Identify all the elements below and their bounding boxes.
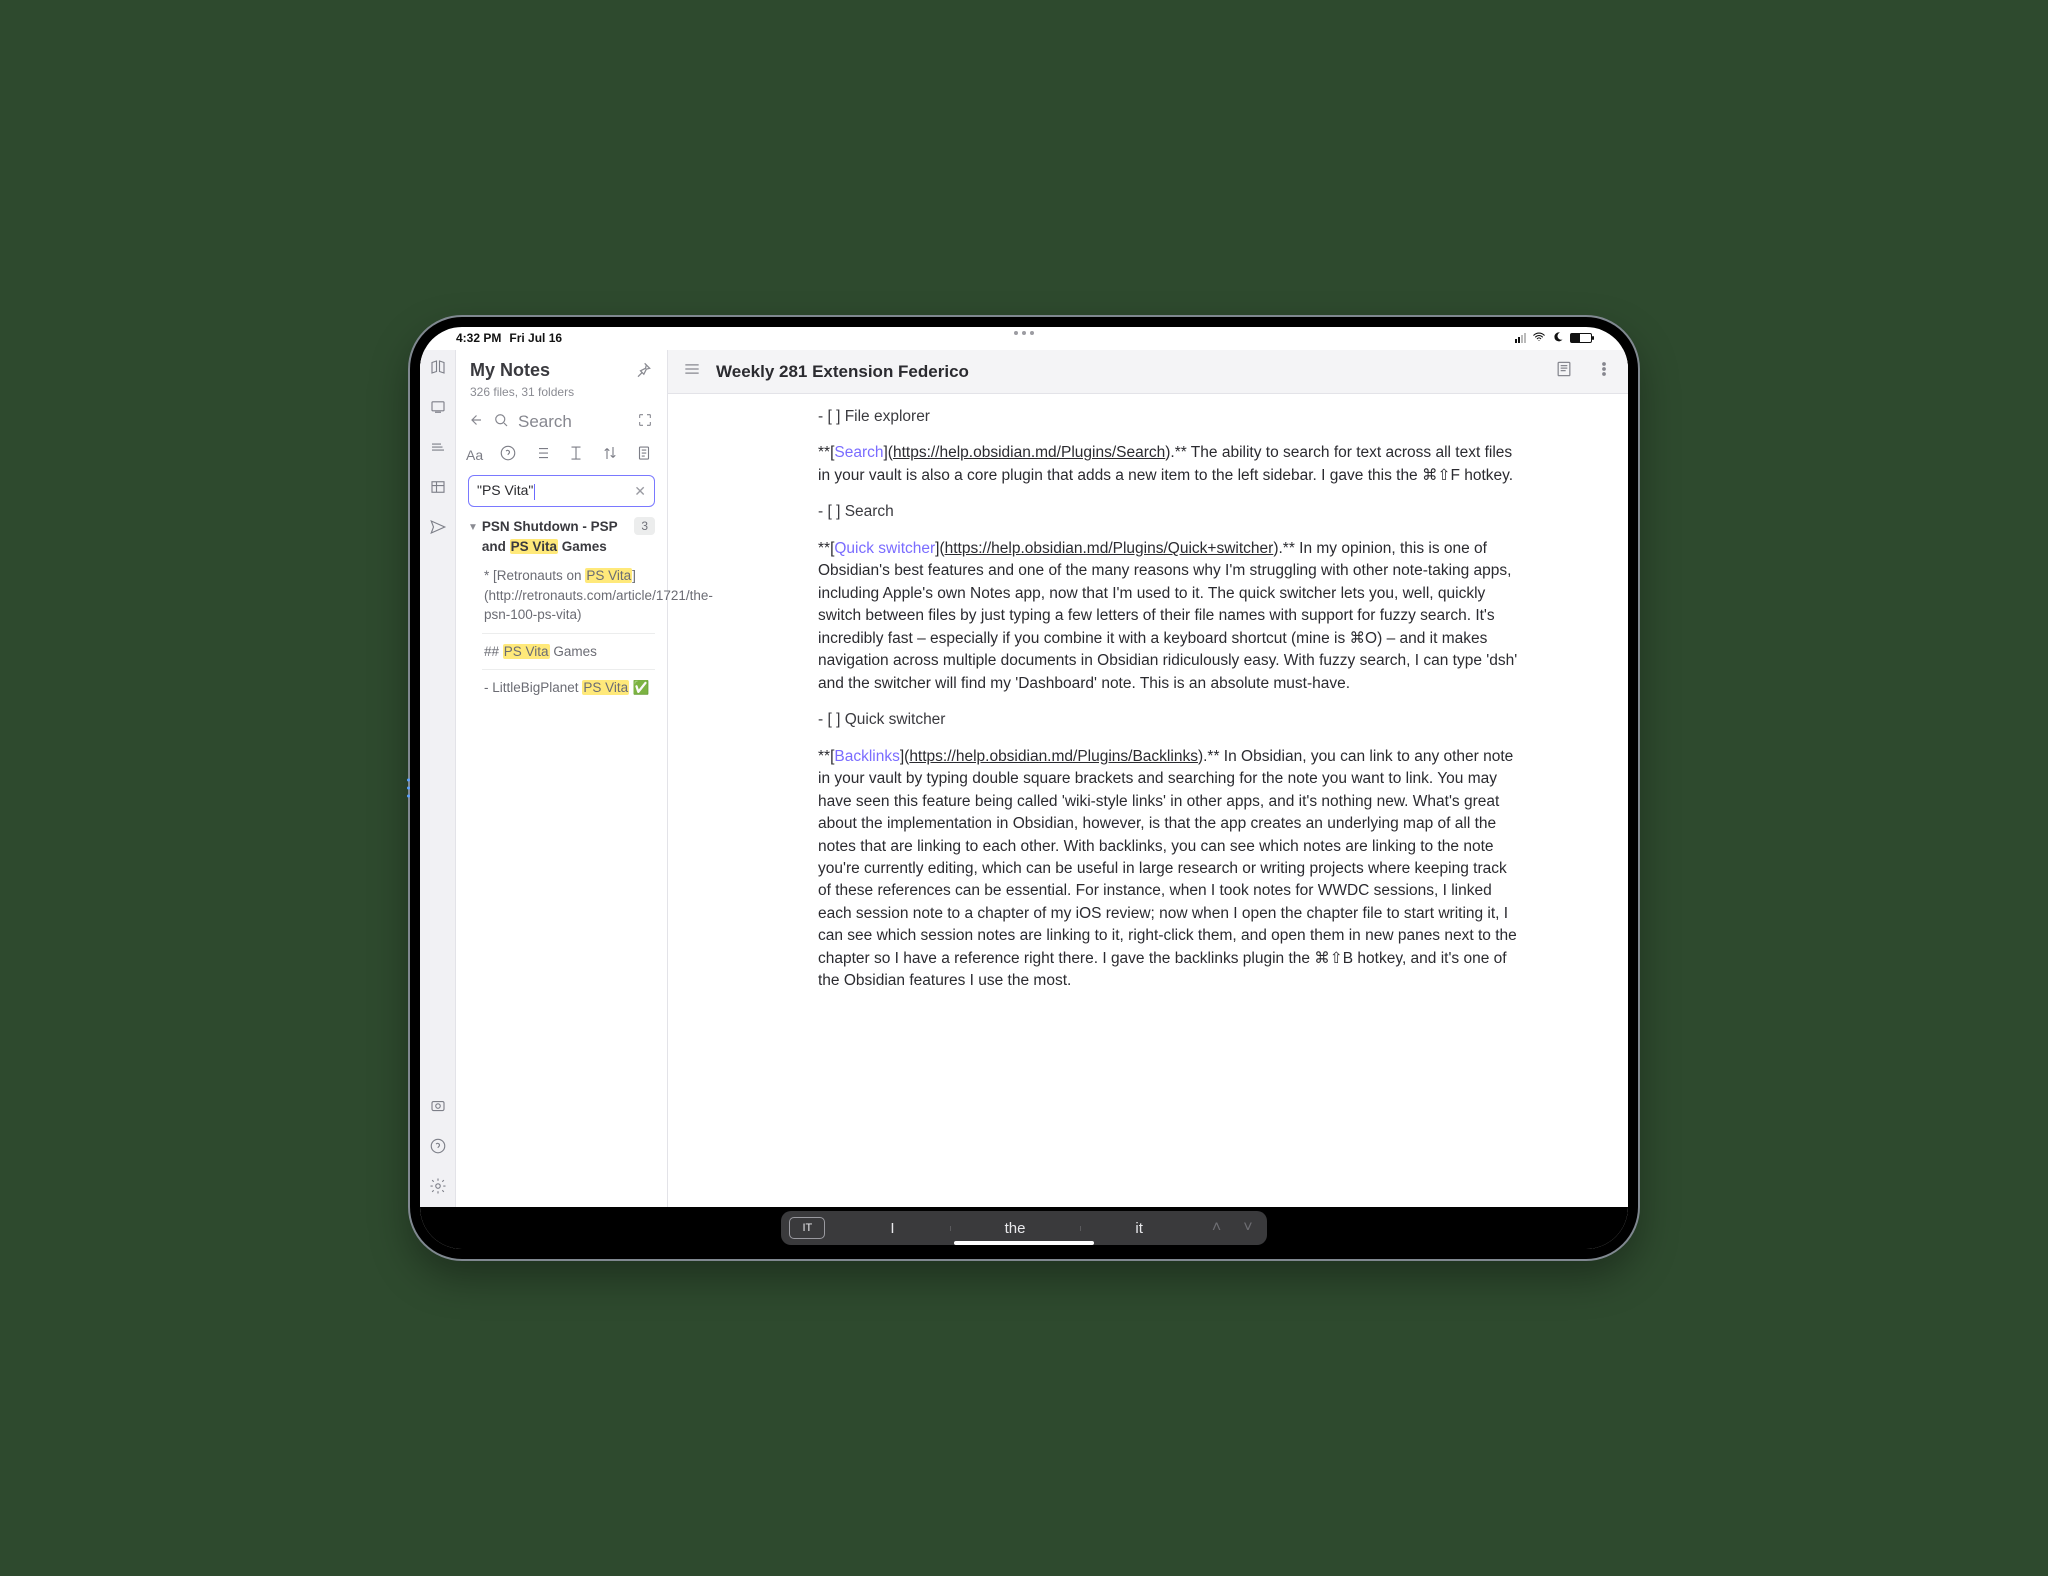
task-line[interactable]: - [ ] Search [818,501,1518,523]
search-result-item[interactable]: * [Retronauts on PS Vita](http://retrona… [482,562,655,633]
line-height-icon[interactable] [567,444,585,465]
more-options-icon[interactable] [1594,359,1614,384]
clear-search-icon[interactable]: ✕ [634,483,646,500]
vault-subtitle: 326 files, 31 folders [470,385,574,399]
search-input-value: "PS Vita" [477,482,634,499]
copy-results-icon[interactable] [635,444,653,465]
result-file-header[interactable]: ▼ PSN Shutdown - PSP and PS Vita Games 3 [468,517,655,556]
pin-icon[interactable] [633,360,653,383]
expand-collapse-icon[interactable] [637,412,653,431]
dnd-moon-icon [1552,331,1564,346]
paragraph[interactable]: **[Quick switcher](https://help.obsidian… [818,538,1518,695]
rail-help-icon[interactable] [427,1135,449,1157]
paragraph[interactable]: **[Backlinks](https://help.obsidian.md/P… [818,746,1518,993]
rail-stack-icon[interactable] [427,436,449,458]
kb-down-icon: ˅ [1243,1219,1252,1237]
wifi-icon [1532,330,1546,347]
ipad-frame: 4:32 PM Fri Jul 16 [410,317,1638,1259]
rail-record-icon[interactable] [427,1095,449,1117]
status-time: 4:32 PM [456,331,501,345]
search-icon[interactable] [492,411,510,432]
suggestion-1[interactable]: I [835,1220,949,1237]
hamburger-menu-icon[interactable] [682,359,702,384]
match-count-badge: 3 [634,517,655,535]
paragraph[interactable]: **[Search](https://help.obsidian.md/Plug… [818,442,1518,487]
rail-templates-icon[interactable] [427,356,449,378]
search-input[interactable]: "PS Vita" ✕ [468,475,655,507]
back-arrow-icon[interactable] [466,411,484,432]
case-sensitive-toggle[interactable]: Aa [466,447,483,463]
editor-body[interactable]: - [ ] File explorer **[Search](https://h… [668,394,1628,1207]
kb-up-icon: ˄ [1212,1219,1221,1237]
task-line[interactable]: - [ ] File explorer [818,406,1518,428]
sidebar: My Notes 326 files, 31 folders Search Aa [456,350,668,1207]
left-rail [420,350,456,1207]
rail-settings-icon[interactable] [427,1175,449,1197]
reading-mode-icon[interactable] [1554,359,1574,384]
ipad-side-indicator [407,779,410,798]
task-line[interactable]: - [ ] Quick switcher [818,709,1518,731]
rail-send-icon[interactable] [427,516,449,538]
search-toolbar: Aa [462,440,661,475]
document-title: Weekly 281 Extension Federico [716,362,1540,382]
disclosure-triangle-icon[interactable]: ▼ [468,517,478,536]
keyboard-lang-button[interactable]: IT [789,1217,825,1239]
main-pane: Weekly 281 Extension Federico - [ ] File… [668,350,1628,1207]
regex-help-icon[interactable] [499,444,517,465]
suggestion-3[interactable]: it [1080,1220,1198,1237]
app: My Notes 326 files, 31 folders Search Aa [420,349,1628,1207]
multitask-indicator[interactable] [1014,331,1034,335]
suggestion-2[interactable]: the [950,1220,1081,1237]
screen: 4:32 PM Fri Jul 16 [420,327,1628,1249]
rail-table-icon[interactable] [427,476,449,498]
keyboard-suggestion-bar: IT I the it ˄˅ [420,1207,1628,1249]
editor-topbar: Weekly 281 Extension Federico [668,350,1628,394]
home-indicator[interactable] [954,1241,1094,1245]
rail-slides-icon[interactable] [427,396,449,418]
list-bullets-icon[interactable] [533,444,551,465]
search-result-item[interactable]: ## PS Vita Games [482,633,655,670]
status-date: Fri Jul 16 [509,331,562,345]
vault-title: My Notes [470,360,574,381]
battery-icon [1570,333,1592,343]
status-bar: 4:32 PM Fri Jul 16 [420,327,1628,349]
search-results: ▼ PSN Shutdown - PSP and PS Vita Games 3… [462,517,661,706]
search-result-item[interactable]: - LittleBigPlanet PS Vita ✅ [482,669,655,706]
sort-icon[interactable] [601,444,619,465]
search-heading: Search [518,412,629,432]
undo-redo-arrows[interactable]: ˄˅ [1198,1219,1267,1237]
cell-signal-icon [1515,333,1526,343]
